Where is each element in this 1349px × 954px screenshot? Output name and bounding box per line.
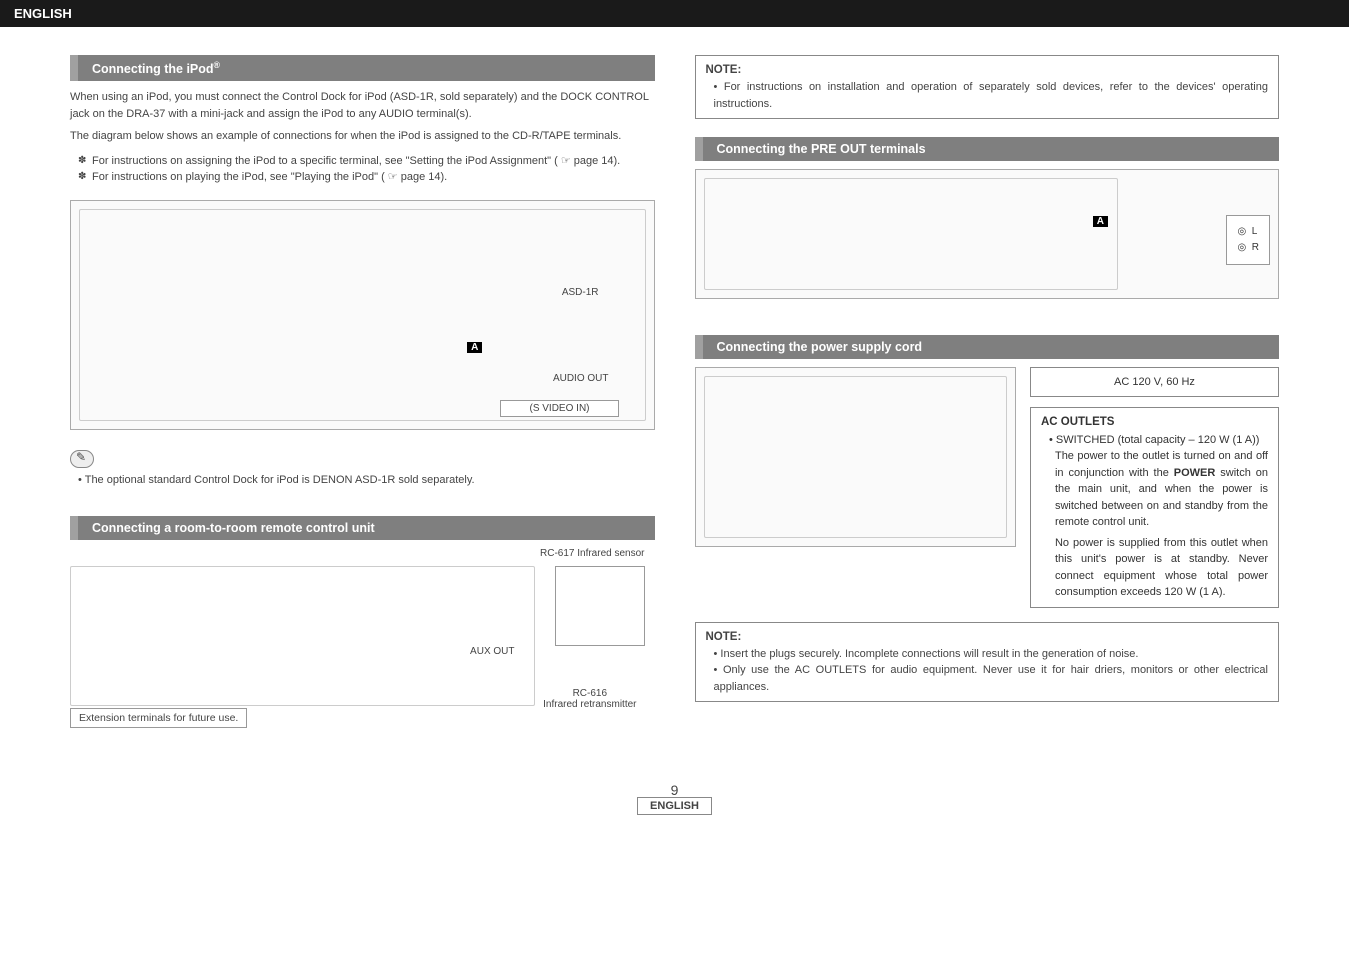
diagram-art	[79, 209, 646, 421]
note1-bullets: For instructions on installation and ope…	[706, 79, 1269, 112]
diag-label-retrans: RC-616 Infrared retransmitter	[543, 688, 636, 710]
note2-title: NOTE:	[706, 629, 1269, 646]
section-room-title: Connecting a room-to-room remote control…	[92, 521, 375, 535]
bottom-language-box: ENGLISH	[0, 800, 1349, 812]
section-ipod-title: Connecting the iPod®	[92, 62, 220, 76]
diagram-art-backpanel	[70, 566, 535, 706]
diag-label-sensor: RC-617 Infrared sensor	[540, 548, 645, 559]
diag-label-audio-out: AUDIO OUT	[553, 373, 609, 384]
ipod-annot-list: For instructions on assigning the iPod t…	[70, 153, 655, 186]
note-box-1: NOTE: For instructions on installation a…	[695, 55, 1280, 119]
power-right-col: AC 120 V, 60 Hz AC OUTLETS SWITCHED (tot…	[1030, 367, 1279, 607]
diagram-art-preout-back	[704, 178, 1119, 290]
note2-bullet-2: Only use the AC OUTLETS for audio equipm…	[714, 662, 1269, 695]
preout-diagram: A ◎ L ◎ R	[695, 169, 1280, 299]
section-power-title: Connecting the power supply cord	[717, 340, 923, 354]
ipod-annot-2: For instructions on playing the iPod, se…	[78, 169, 655, 186]
ipod-bullet-note-list: The optional standard Control Dock for i…	[70, 472, 655, 489]
note1-bullet: For instructions on installation and ope…	[714, 79, 1269, 112]
power-wrap: AC 120 V, 60 Hz AC OUTLETS SWITCHED (tot…	[695, 367, 1280, 607]
ac-outlets-text1: The power to the outlet is turned on and…	[1041, 448, 1268, 531]
bottom-language-label: ENGLISH	[637, 797, 712, 815]
power-cord-diagram	[695, 367, 1016, 547]
diag-label-retrans-1: RC-616	[573, 688, 607, 699]
diag-label-svideo: (S VIDEO IN)	[500, 400, 618, 417]
note2-bullet-1: Insert the plugs securely. Incomplete co…	[714, 646, 1269, 663]
section-header-room: Connecting a room-to-room remote control…	[70, 516, 655, 540]
diag-label-asd: ASD-1R	[562, 287, 599, 298]
note-box-2: NOTE: Insert the plugs securely. Incompl…	[695, 622, 1280, 703]
diag-label-aux-out: AUX OUT	[470, 646, 514, 657]
page-number: 9	[0, 782, 1349, 798]
ipod-intro-1: When using an iPod, you must connect the…	[70, 89, 655, 122]
page-content: Connecting the iPod® When using an iPod,…	[0, 55, 1349, 762]
ac-outlets-title: AC OUTLETS	[1041, 414, 1268, 431]
preout-label-l: L	[1252, 226, 1258, 237]
ac-outlets-text2: No power is supplied from this outlet wh…	[1041, 535, 1268, 601]
section-header-power: Connecting the power supply cord	[695, 335, 1280, 359]
section-preout-title: Connecting the PRE OUT terminals	[717, 142, 926, 156]
preout-badge-a: A	[1093, 216, 1108, 227]
preout-lr-box: ◎ L ◎ R	[1226, 215, 1270, 265]
diagram-art-sensor: Output Input	[555, 566, 645, 646]
top-language-label: ENGLISH	[14, 6, 72, 21]
ac-outlets-list: SWITCHED (total capacity – 120 W (1 A))	[1041, 432, 1268, 449]
ipod-connection-diagram: ASD-1R A AUDIO OUT (S VIDEO IN)	[70, 200, 655, 430]
note2-bullets: Insert the plugs securely. Incomplete co…	[706, 646, 1269, 696]
ac-rating-box: AC 120 V, 60 Hz	[1030, 367, 1279, 397]
preout-label-r: R	[1252, 242, 1259, 253]
diag-label-retrans-2: Infrared retransmitter	[543, 699, 636, 710]
note-icon	[70, 450, 94, 468]
diagram-art-power	[704, 376, 1007, 538]
top-language-band: ENGLISH	[0, 0, 1349, 27]
section-header-preout: Connecting the PRE OUT terminals	[695, 137, 1280, 161]
room-caption: Extension terminals for future use.	[70, 708, 247, 728]
ipod-bullet-note: The optional standard Control Dock for i…	[78, 472, 655, 489]
note1-title: NOTE:	[706, 62, 1269, 79]
ac-outlets-box: AC OUTLETS SWITCHED (total capacity – 12…	[1030, 407, 1279, 607]
left-column: Connecting the iPod® When using an iPod,…	[70, 55, 655, 742]
ipod-annot-1: For instructions on assigning the iPod t…	[78, 153, 655, 170]
diag-badge-a: A	[467, 342, 482, 353]
ipod-intro-2: The diagram below shows an example of co…	[70, 128, 655, 145]
room-remote-diagram: RC-617 Infrared sensor Output Input AUX …	[70, 548, 655, 728]
ac-outlets-power-word: POWER	[1174, 467, 1216, 479]
ac-outlets-switched: SWITCHED (total capacity – 120 W (1 A))	[1049, 432, 1268, 449]
section-header-ipod: Connecting the iPod®	[70, 55, 655, 81]
right-column: NOTE: For instructions on installation a…	[695, 55, 1280, 742]
